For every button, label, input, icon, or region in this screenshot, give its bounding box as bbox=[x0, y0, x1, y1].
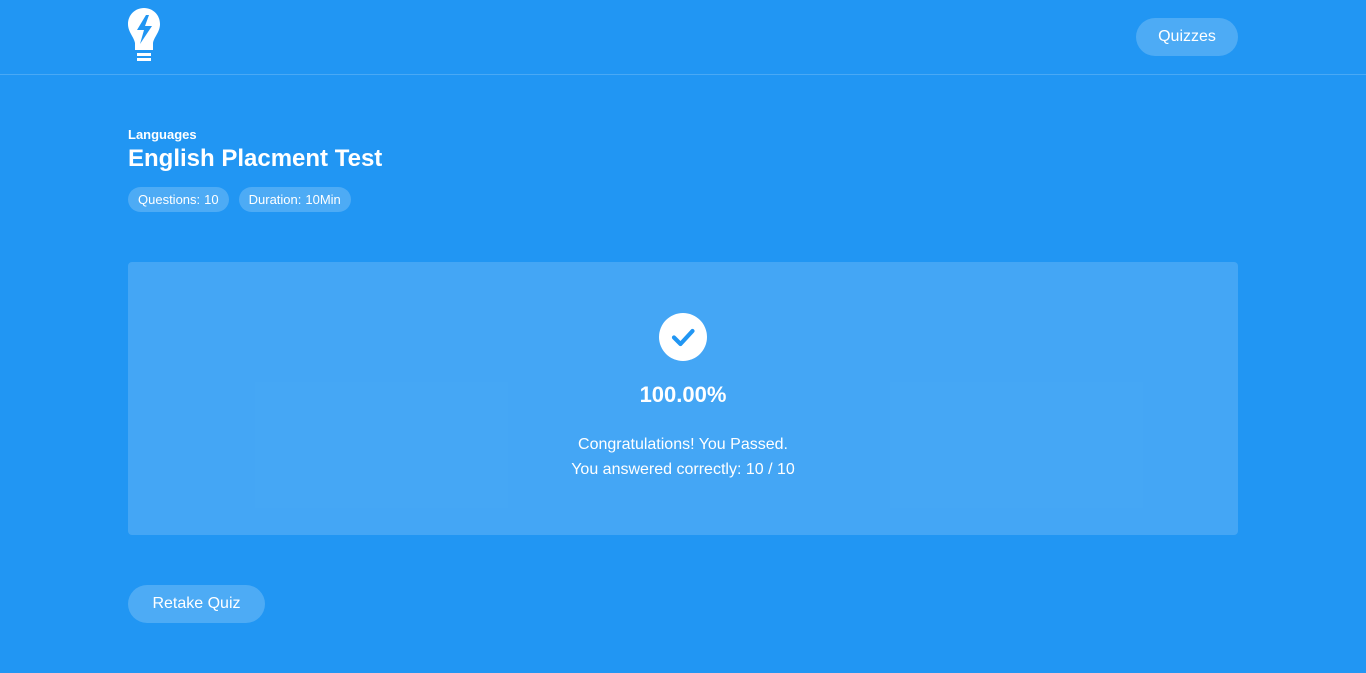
questions-value: 10 bbox=[204, 192, 219, 207]
questions-label: Questions: bbox=[138, 192, 201, 207]
answered-label: You answered correctly: bbox=[571, 461, 742, 478]
nav-quizzes-button[interactable]: Quizzes bbox=[1136, 18, 1238, 56]
duration-badge: Duration: 10Min bbox=[238, 187, 351, 212]
duration-value: 10Min bbox=[305, 192, 341, 207]
answered-correctly-line: You answered correctly: 10 / 10 bbox=[128, 461, 1238, 479]
result-card: 100.00% Congratulations! You Passed. You… bbox=[128, 262, 1238, 535]
retake-quiz-button[interactable]: Retake Quiz bbox=[128, 585, 265, 623]
quiz-title: English Placment Test bbox=[128, 145, 383, 172]
score-percentage: 100.00% bbox=[639, 382, 727, 407]
check-circle-icon bbox=[659, 313, 707, 361]
quiz-meta-badges: Questions: 10 Duration: 10Min bbox=[128, 187, 351, 212]
duration-label: Duration: bbox=[248, 192, 302, 207]
answered-value: 10 / 10 bbox=[745, 461, 795, 478]
top-navbar: Quizzes bbox=[0, 0, 1366, 75]
result-message: Congratulations! You Passed. bbox=[578, 436, 788, 453]
quiz-category: Languages bbox=[128, 127, 197, 142]
lightbulb-bolt-icon[interactable] bbox=[127, 7, 161, 63]
questions-badge: Questions: 10 bbox=[128, 187, 229, 212]
